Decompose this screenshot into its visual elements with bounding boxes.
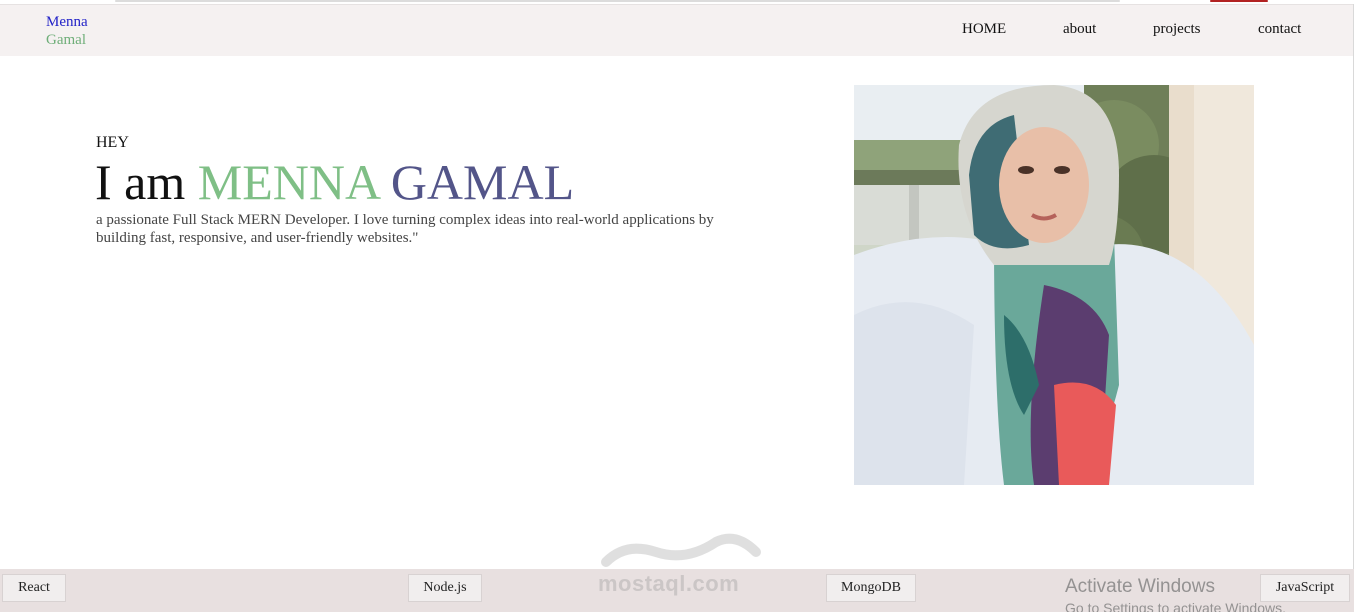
site-header: Menna Gamal HOME about projects contact	[0, 4, 1354, 56]
hero-first-name: MENNA	[197, 154, 379, 210]
hero-description: a passionate Full Stack MERN Developer. …	[96, 212, 714, 246]
hero-last-name: GAMAL	[390, 154, 575, 210]
activate-windows-overlay: Activate Windows Go to Settings to activ…	[1065, 576, 1286, 612]
mostaql-watermark-logo	[601, 533, 761, 567]
hero-headline: I am MENNA GAMAL	[95, 153, 574, 211]
nav-about[interactable]: about	[1063, 21, 1096, 38]
site-logo[interactable]: Menna Gamal	[46, 13, 88, 49]
activate-windows-subtitle: Go to Settings to activate Windows.	[1065, 600, 1286, 612]
skill-chip[interactable]: Node.js	[408, 574, 482, 602]
skill-chip[interactable]: React	[2, 574, 66, 602]
nav-contact[interactable]: contact	[1258, 21, 1301, 38]
page-right-border	[1353, 4, 1354, 612]
top-red-indicator	[1210, 0, 1268, 2]
skill-chip[interactable]: MongoDB	[826, 574, 916, 602]
hero-intro: I am	[95, 154, 186, 210]
nav-projects[interactable]: projects	[1153, 21, 1200, 38]
logo-last-name: Gamal	[46, 32, 86, 48]
activate-windows-title: Activate Windows	[1065, 576, 1215, 597]
hero-greeting: HEY	[96, 134, 129, 151]
logo-first-name: Menna	[46, 14, 88, 30]
profile-photo	[854, 85, 1254, 485]
horizontal-scrollbar[interactable]	[115, 0, 1120, 2]
mostaql-watermark-text: mostaql.com	[598, 571, 740, 596]
nav-home[interactable]: HOME	[962, 21, 1006, 38]
portfolio-page: Menna Gamal HOME about projects contact …	[0, 0, 1356, 612]
